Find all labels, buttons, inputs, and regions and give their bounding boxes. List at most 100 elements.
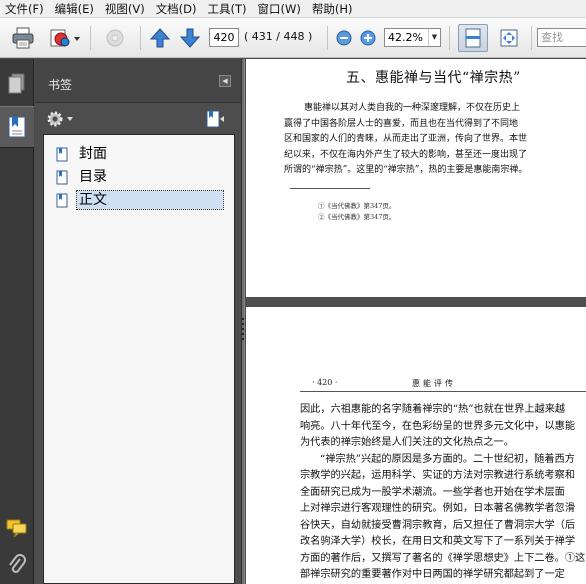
- gear-icon: [47, 111, 73, 127]
- page-body-text: 因此，六祖惠能的名字随着禅宗的“热”也就在世界上越来越 响亮。八十年代至今，在色…: [300, 402, 586, 584]
- bookmark-item-cover[interactable]: 封面: [56, 144, 109, 164]
- toolbar-separator: [90, 26, 91, 50]
- toolbar-separator: [140, 26, 141, 50]
- text-line: 响亮。八十年代至今，在色彩纷呈的世界多元文化中，以惠能: [300, 420, 576, 432]
- document-page: 五、惠能禅与当代“禅宗热” 惠能禅以其对人类自我的一种深邃理解，不仅在历史上 赢…: [246, 59, 586, 297]
- page-number: · 420 ·: [312, 378, 338, 387]
- fit-width-icon: [465, 28, 481, 48]
- menu-document[interactable]: 文档(D): [151, 0, 203, 18]
- add-bookmark-icon: [206, 110, 224, 128]
- panel-splitter[interactable]: [241, 59, 245, 584]
- comment-icon: [6, 519, 27, 538]
- fit-page-button[interactable]: [494, 24, 524, 52]
- toolbar-separator: [449, 26, 450, 50]
- menu-window[interactable]: 窗口(W): [253, 0, 307, 18]
- toolbar: 420 ( 431 / 448 ) 42.2% ▼ 查找: [0, 18, 586, 58]
- text-line: 因此，六祖惠能的名字随着禅宗的“热”也就在世界上越来越: [300, 404, 566, 415]
- running-title: 惠能评传: [412, 379, 456, 388]
- zoom-select[interactable]: 42.2% ▼: [384, 28, 441, 47]
- bookmarks-panel-header: 书签 ◀: [35, 59, 241, 103]
- search-input[interactable]: 查找: [537, 28, 586, 47]
- splitter-grip: [242, 318, 244, 320]
- footnote: ②《当代佛教》第347页。: [318, 213, 396, 221]
- bookmark-label: 封面: [79, 146, 107, 162]
- splitter-grip: [242, 328, 244, 330]
- menu-help[interactable]: 帮助(H): [307, 0, 359, 18]
- fit-page-icon: [500, 29, 518, 47]
- text-line: 为代表的禅宗始终是人们关注的文化热点之一。: [300, 437, 514, 448]
- bookmark-icon: [56, 170, 68, 184]
- zoom-in-button[interactable]: [359, 29, 377, 47]
- bookmark-item-contents[interactable]: 目录: [56, 167, 109, 187]
- document-view[interactable]: 五、惠能禅与当代“禅宗热” 惠能禅以其对人类自我的一种深邃理解，不仅在历史上 赢…: [246, 59, 586, 584]
- gear-globe-icon: [106, 29, 124, 47]
- page-number-input[interactable]: 420: [209, 28, 239, 47]
- footnote: ①《当代佛教》第347页。: [318, 202, 396, 210]
- arrow-down-icon: [179, 28, 201, 48]
- page-body-text: 惠能禅以其对人类自我的一种深邃理解，不仅在历史上 赢得了中国各阶层人士的喜爱，而…: [284, 101, 586, 179]
- text-line: 部禅宗研究的重要著作对中日两国的禅学研究都起到了一定: [300, 569, 565, 580]
- menu-bar: 文件(F) 编辑(E) 视图(V) 文档(D) 工具(T) 窗口(W) 帮助(H…: [0, 0, 586, 18]
- bookmarks-panel: 书签 ◀ 封面 目录 正文: [35, 59, 241, 584]
- splitter-grip: [242, 333, 244, 335]
- bookmark-icon: [56, 147, 68, 161]
- previous-page-button[interactable]: [148, 26, 172, 50]
- minus-circle-icon: [336, 30, 352, 46]
- zoom-value: 42.2%: [388, 31, 423, 44]
- text-line: 纪以来，不仅在海内外产生了较大的影响，甚至还一度出现了: [284, 149, 528, 160]
- footnote-rule: [290, 188, 370, 189]
- menu-edit[interactable]: 编辑(E): [50, 0, 100, 18]
- comments-button[interactable]: [0, 514, 34, 542]
- navigation-pane-strip: [0, 59, 34, 584]
- bookmarks-toolbar: [35, 103, 241, 135]
- text-line: 赢得了中国各阶层人士的喜爱，而且也在当代得到了不同地: [284, 118, 519, 129]
- bookmarks-panel-button[interactable]: [0, 106, 34, 148]
- splitter-grip: [242, 323, 244, 325]
- header-rule: [300, 391, 586, 392]
- menu-view[interactable]: 视图(V): [100, 0, 151, 18]
- new-bookmark-button[interactable]: [203, 108, 227, 130]
- menu-file[interactable]: 文件(F): [0, 0, 50, 18]
- bookmark-label: 目录: [79, 169, 107, 185]
- text-line: 上对禅宗进行客观理性的研究。例如，日本著名佛教学者忽滑: [300, 503, 576, 514]
- zoom-out-button[interactable]: [335, 29, 353, 47]
- pages-icon: [8, 73, 25, 94]
- print-button[interactable]: [10, 26, 36, 50]
- toolbar-separator: [531, 26, 532, 50]
- fit-width-button[interactable]: [458, 24, 488, 52]
- printer-icon: [12, 27, 34, 49]
- pdf-reader-window: 文件(F) 编辑(E) 视图(V) 文档(D) 工具(T) 窗口(W) 帮助(H…: [0, 0, 586, 584]
- text-line: “禅宗热”兴起的原因是多方面的。二十世纪初，随着西方: [320, 453, 575, 465]
- collaborate-button[interactable]: [47, 26, 81, 50]
- bookmarks-panel-title: 书签: [48, 78, 73, 92]
- splitter-grip: [242, 338, 244, 340]
- section-heading: 五、惠能禅与当代“禅宗热”: [346, 70, 521, 86]
- page-count: ( 431 / 448 ): [244, 30, 313, 43]
- plus-circle-icon: [360, 30, 376, 46]
- text-line: 改名驹泽大学）校长，在用日文和英文写下了一系列关于禅学: [300, 536, 576, 547]
- menu-tools[interactable]: 工具(T): [203, 0, 253, 18]
- document-page: · 420 · 惠能评传 因此，六祖惠能的名字随着禅宗的“热”也就在世界上越来越…: [246, 307, 586, 584]
- sync-button[interactable]: [100, 26, 130, 50]
- bookmark-icon: [56, 193, 68, 207]
- bookmark-icon: [8, 116, 26, 138]
- text-line: 方面的著作后，又撰写了著名的《禅学思想史》上下二卷。①这: [300, 552, 586, 564]
- next-page-button[interactable]: [178, 26, 202, 50]
- share-icon: [50, 29, 80, 47]
- text-line: 宗教学的兴起，运用科学、实证的方法对宗教进行系统考察和: [300, 470, 576, 481]
- text-line: 全面研究已成为一股学术潮流。一些学者也开始在学术层面: [300, 486, 565, 498]
- attachments-button[interactable]: [0, 551, 34, 579]
- arrow-up-icon: [149, 28, 171, 48]
- bookmark-item-main-text[interactable]: 正文: [56, 190, 224, 210]
- paperclip-icon: [9, 554, 26, 573]
- collapse-panel-button[interactable]: ◀: [219, 75, 231, 87]
- text-line: 区和国家的人们的青睐，从而走出了亚洲，传向了世界。本世: [284, 134, 528, 145]
- pages-panel-button[interactable]: [0, 67, 34, 101]
- bookmark-label: 正文: [76, 190, 224, 210]
- text-line: 惠能禅以其对人类自我的一种深邃理解，不仅在历史上: [304, 103, 521, 113]
- bookmark-tree: 封面 目录 正文: [43, 134, 235, 584]
- options-button[interactable]: [45, 109, 75, 129]
- chevron-down-icon[interactable]: ▼: [428, 29, 440, 46]
- text-line: 谷快天，自幼就接受曹洞宗教育，后又担任了曹洞宗大学（后: [300, 519, 576, 531]
- footnotes: ①《当代佛教》第347页。 ②《当代佛教》第347页。: [318, 201, 395, 223]
